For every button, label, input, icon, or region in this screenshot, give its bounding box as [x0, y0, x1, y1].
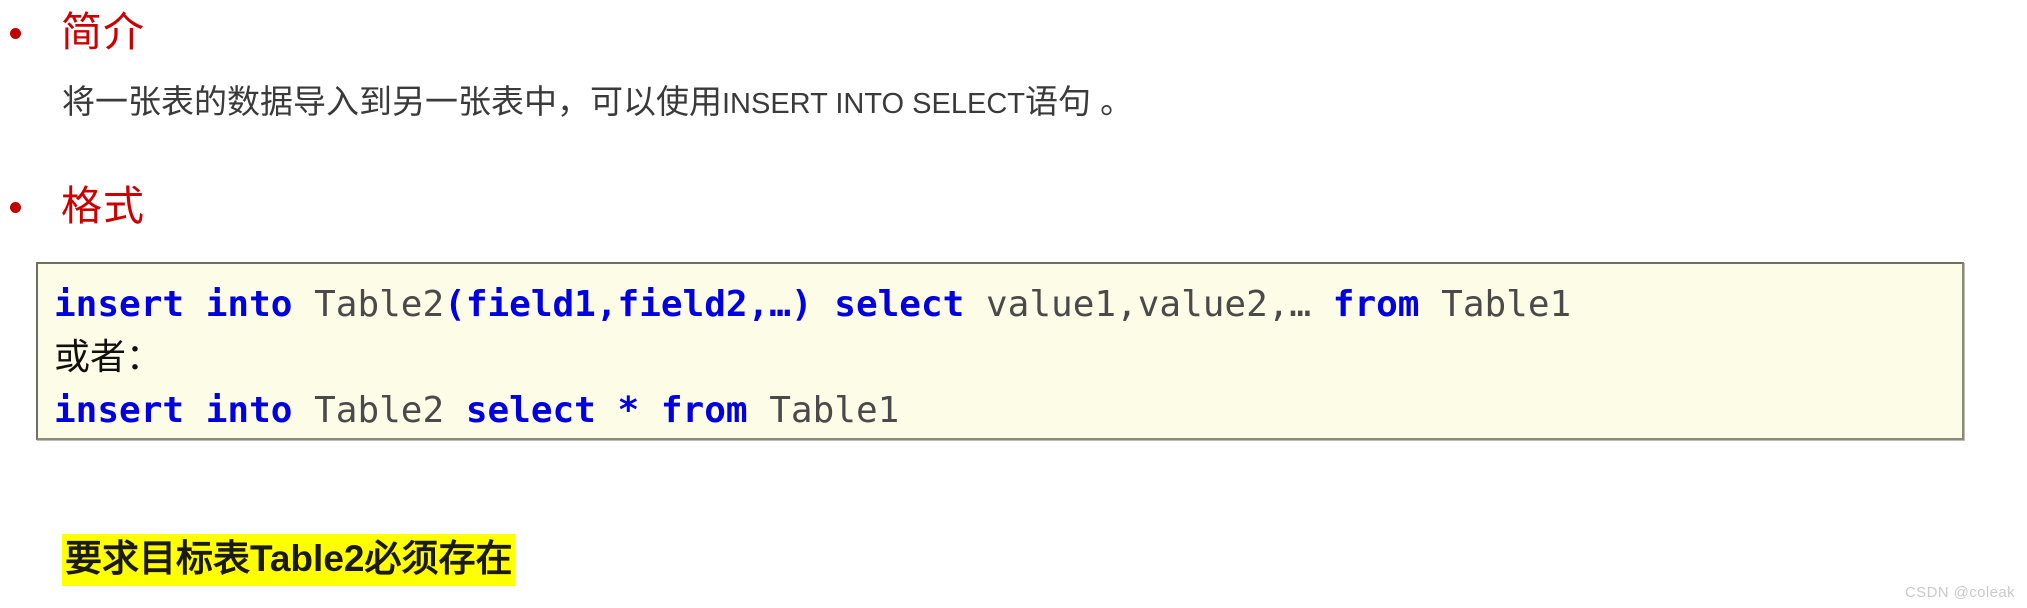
heading-intro-label: 简介	[61, 9, 145, 55]
code-keyword: select * from	[465, 390, 770, 431]
intro-body-text: 将一张表的数据导入到另一张表中，可以使用INSERT INTO SELECT语句…	[62, 80, 1133, 126]
code-identifier: value1,value2,…	[986, 284, 1333, 325]
code-line-3: insert into Table2 select * from Table1	[54, 384, 1962, 437]
code-identifier: Table2	[314, 284, 445, 325]
code-lines: insert into Table2(field1,field2,…) sele…	[38, 264, 1962, 437]
code-keyword: (field1,field2,…)	[444, 284, 835, 325]
intro-body-suffix: 语句 。	[1024, 83, 1134, 120]
note-container: 要求目标表Table2必须存在	[62, 534, 516, 586]
code-keyword: select	[834, 284, 986, 325]
code-block: insert into Table2(field1,field2,…) sele…	[36, 262, 1964, 440]
bullet-heading-intro: 简介	[10, 8, 145, 56]
bullet-heading-format: 格式	[10, 182, 145, 230]
code-keyword: insert into	[54, 284, 315, 325]
code-keyword: insert into	[54, 390, 315, 431]
intro-body-latin: INSERT INTO SELECT	[722, 88, 1025, 120]
highlighted-note: 要求目标表Table2必须存在	[62, 534, 516, 586]
bullet-dot-icon	[10, 202, 21, 213]
code-line-2: 或者：	[54, 331, 1962, 384]
watermark: CSDN @coleak	[1904, 584, 2015, 601]
code-keyword: from	[1332, 284, 1442, 325]
heading-format-label: 格式	[61, 183, 145, 229]
slide-canvas: 简介 将一张表的数据导入到另一张表中，可以使用INSERT INTO SELEC…	[0, 0, 2027, 608]
code-line-1: insert into Table2(field1,field2,…) sele…	[54, 278, 1962, 331]
code-identifier: Table2	[314, 390, 466, 431]
intro-body-prefix: 将一张表的数据导入到另一张表中，可以使用	[62, 83, 722, 120]
code-identifier: Table1	[1441, 284, 1572, 325]
code-alternative-label: 或者：	[54, 337, 163, 378]
code-identifier: Table1	[769, 390, 900, 431]
bullet-dot-icon	[10, 28, 21, 39]
